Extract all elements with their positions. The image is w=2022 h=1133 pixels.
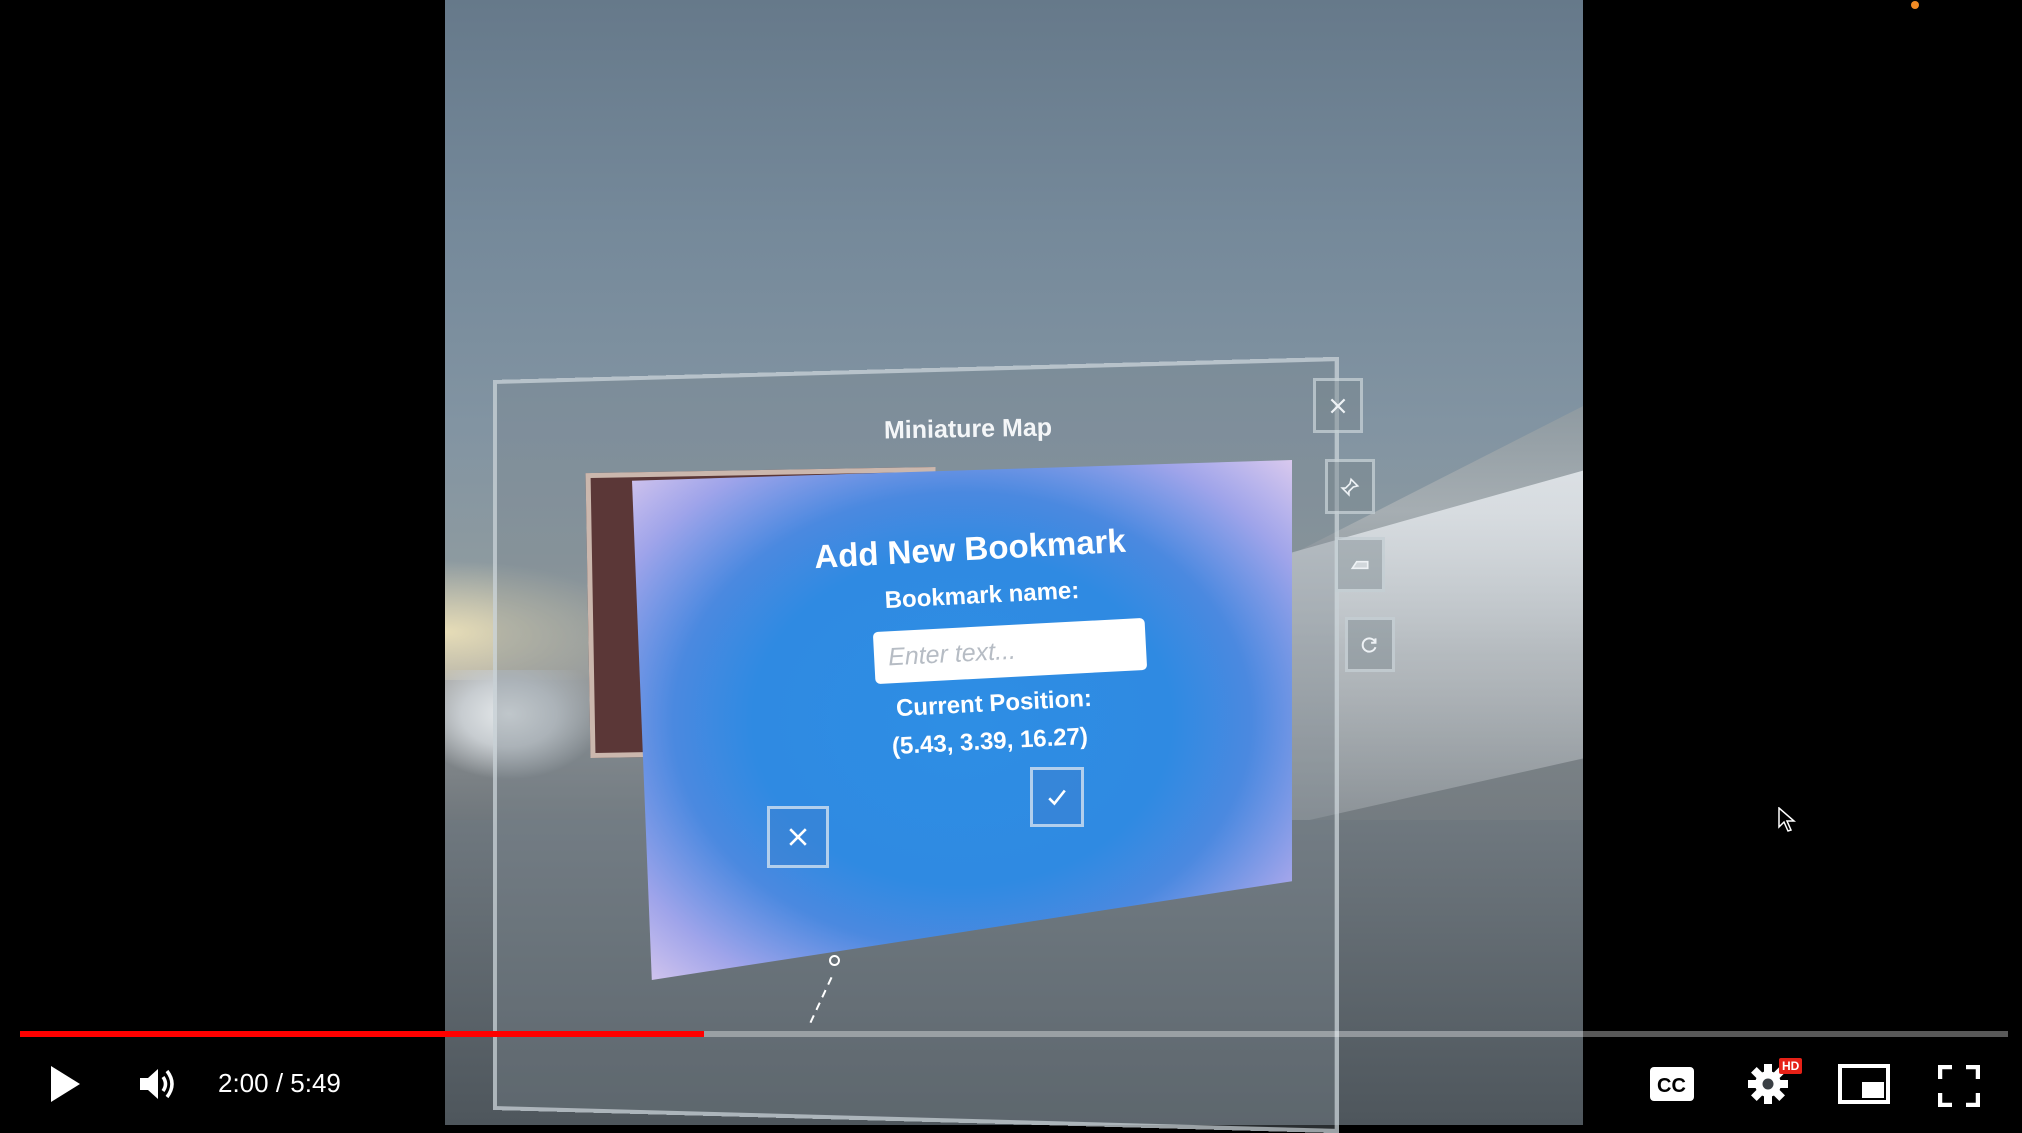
check-icon bbox=[1048, 789, 1066, 806]
close-map-button[interactable] bbox=[1313, 378, 1363, 433]
refresh-map-button[interactable] bbox=[1345, 617, 1395, 672]
volume-button[interactable] bbox=[136, 1062, 182, 1106]
captions-icon: CC bbox=[1650, 1067, 1694, 1101]
close-icon bbox=[789, 828, 807, 846]
video-player[interactable]: Miniature Map Add New Bookmark Bookmark … bbox=[0, 0, 2022, 1133]
miniature-map-title: Miniature Map bbox=[883, 413, 1053, 445]
svg-text:CC: CC bbox=[1657, 1075, 1686, 1097]
hd-badge: HD bbox=[1779, 1058, 1803, 1074]
progress-bar[interactable] bbox=[20, 1031, 2008, 1037]
time-display: 2:00 / 5:49 bbox=[218, 1068, 341, 1098]
map-view-button[interactable] bbox=[1335, 537, 1385, 592]
controller-pointer-dot bbox=[829, 955, 840, 966]
miniplayer-button[interactable] bbox=[1838, 1064, 1890, 1104]
captions-button[interactable]: CC bbox=[1648, 1064, 1696, 1104]
pin-map-button[interactable] bbox=[1325, 459, 1375, 514]
fullscreen-icon bbox=[1938, 1065, 1980, 1107]
fullscreen-button[interactable] bbox=[1937, 1064, 1981, 1108]
volume-icon bbox=[140, 1069, 174, 1099]
close-icon bbox=[1330, 398, 1346, 413]
pin-icon bbox=[1340, 477, 1360, 497]
notification-dot bbox=[1911, 1, 1919, 9]
cancel-bookmark-button[interactable] bbox=[767, 806, 829, 868]
mouse-cursor-icon bbox=[1778, 807, 1796, 832]
miniplayer-icon bbox=[1838, 1064, 1890, 1104]
progress-played bbox=[20, 1031, 705, 1037]
refresh-icon bbox=[1361, 636, 1377, 653]
play-button[interactable] bbox=[45, 1060, 85, 1108]
confirm-bookmark-button[interactable] bbox=[1030, 767, 1084, 827]
map-icon bbox=[1350, 560, 1369, 569]
play-icon bbox=[51, 1066, 80, 1102]
